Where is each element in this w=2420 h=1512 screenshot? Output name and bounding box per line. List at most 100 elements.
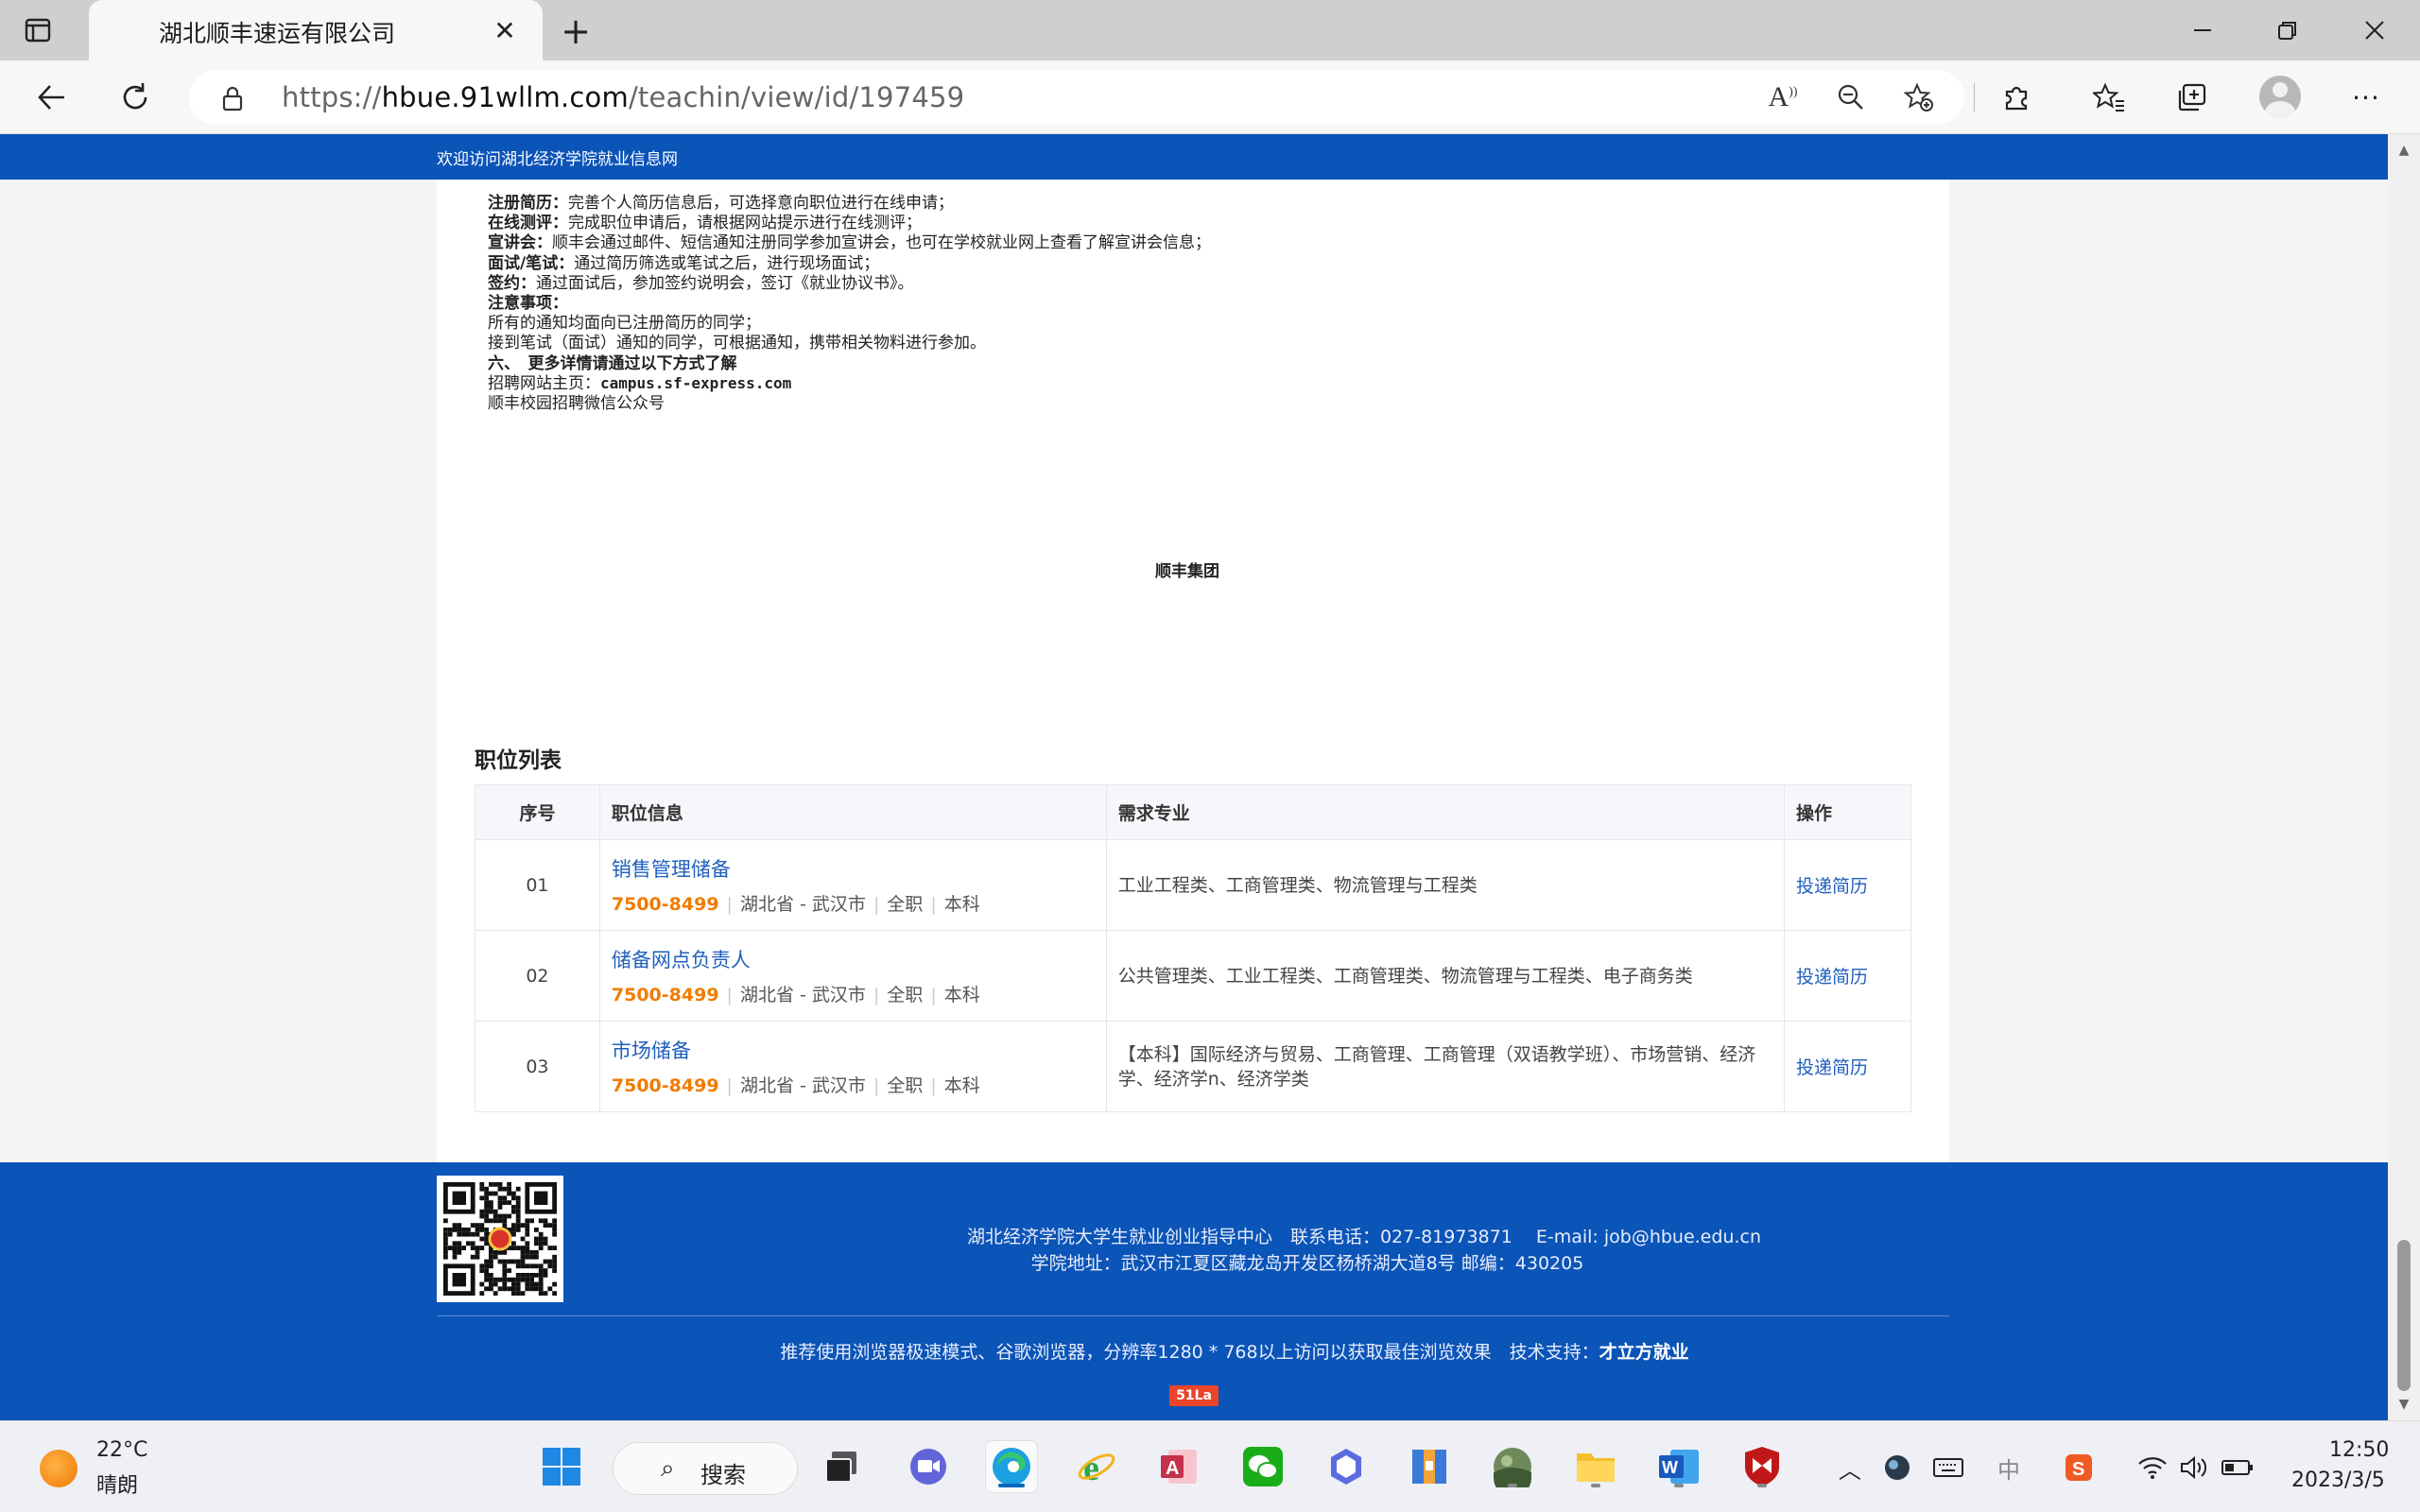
refresh-button[interactable] — [113, 76, 157, 119]
weather-temperature[interactable]: 22°C — [96, 1438, 147, 1462]
scroll-down-arrow[interactable]: ▼ — [2388, 1392, 2420, 1417]
job-degree: 本科 — [943, 894, 980, 915]
favorites-star-icon — [2093, 82, 2124, 112]
archive-taskbar-button[interactable] — [1403, 1440, 1456, 1493]
task-view-button[interactable] — [815, 1440, 868, 1493]
new-tab-button[interactable]: + — [556, 10, 596, 52]
url-scheme: https:// — [282, 81, 382, 113]
tech-support-link[interactable]: 才立方就业 — [1599, 1342, 1689, 1363]
scroll-up-arrow[interactable]: ▲ — [2388, 138, 2420, 163]
lock-icon[interactable] — [221, 85, 244, 112]
table-row: 01 销售管理储备 7500-8499 | 湖北省 - 武汉市 | 全职 | 本科 工业工程类、工… — [475, 839, 1911, 931]
weather-description[interactable]: 晴朗 — [96, 1469, 138, 1499]
meta-separator: | — [726, 894, 733, 915]
url-text[interactable]: https://hbue.91wllm.com/teachin/view/id/… — [282, 81, 964, 113]
add-favorite-button[interactable] — [1902, 80, 1936, 114]
job-meta: 7500-8499 | 湖北省 - 武汉市 | 全职 | 本科 — [612, 1072, 1095, 1097]
restore-icon — [2278, 22, 2296, 40]
active-tab[interactable]: 湖北顺丰速运有限公司 ✕ — [89, 0, 543, 60]
tray-overflow-button[interactable]: ︿ — [1834, 1452, 1866, 1484]
back-button[interactable] — [30, 76, 74, 119]
page-viewport: 欢迎访问湖北经济学院就业信息网 注册简历：完善个人简历信息后，可选择意向职位进行… — [0, 134, 2388, 1420]
read-aloud-button[interactable]: A)) — [1766, 80, 1800, 114]
edge-taskbar-button[interactable] — [985, 1440, 1038, 1493]
battery-tray-button[interactable] — [2221, 1452, 2254, 1484]
minimize-icon — [2194, 29, 2211, 31]
toolbar-separator — [1974, 83, 1975, 112]
header-no: 序号 — [475, 784, 600, 840]
file-explorer-taskbar-button[interactable] — [1569, 1440, 1622, 1493]
ime-indicator[interactable]: 中 — [1993, 1452, 2025, 1484]
article-content: 注册简历：完善个人简历信息后，可选择意向职位进行在线申请； 在线测评：完成职位申请… — [437, 180, 1949, 1162]
apply-resume-link[interactable]: 投递简历 — [1796, 876, 1868, 897]
wechat-icon — [1243, 1447, 1283, 1486]
clock-date[interactable]: 2023/3/5 — [2291, 1469, 2385, 1492]
folder-icon — [1577, 1453, 1615, 1482]
taskbar-search[interactable]: ⌕ 搜索 — [613, 1442, 798, 1495]
job-title-link[interactable]: 市场储备 — [612, 1036, 1095, 1064]
job-salary: 7500-8499 — [611, 894, 719, 915]
job-location: 湖北省 - 武汉市 — [739, 1075, 866, 1096]
ie-taskbar-button[interactable]: e — [1070, 1440, 1123, 1493]
battery-icon — [2221, 1460, 2253, 1475]
job-table-body: 01 销售管理储备 7500-8499 | 湖北省 - 武汉市 | 全职 | 本科 工业工程类、工… — [475, 839, 1911, 1112]
profile-avatar[interactable] — [2259, 76, 2301, 117]
settings-more-button[interactable]: ··· — [2346, 77, 2386, 117]
clock-time[interactable]: 12:50 — [2329, 1438, 2389, 1462]
keyboard-tray-button[interactable] — [1932, 1452, 1964, 1484]
header-major: 需求专业 — [1105, 784, 1786, 840]
teams-chat-button[interactable] — [902, 1440, 955, 1493]
job-table: 序号 职位信息 需求专业 操作 01 销售管理储备 7500-8499 | 湖北省 - … — [475, 784, 1911, 1112]
running-indicator — [1674, 1484, 1684, 1487]
job-major-cell: 【本科】国际经济与贸易、工商管理、工商管理（双语教学班）、市场营销、经济学、经济… — [1105, 1021, 1786, 1112]
refresh-icon — [123, 83, 147, 110]
photos-taskbar-button[interactable] — [1486, 1440, 1539, 1493]
page-scrollbar[interactable]: ▲ ▼ — [2388, 134, 2420, 1420]
wechat-taskbar-button[interactable] — [1236, 1440, 1289, 1493]
apply-resume-link[interactable]: 投递简历 — [1796, 1057, 1868, 1078]
job-major-cell: 公共管理类、工业工程类、工商管理类、物流管理与工程类、电子商务类 — [1105, 930, 1786, 1022]
scroll-thumb[interactable] — [2397, 1240, 2411, 1391]
job-meta: 7500-8499 | 湖北省 - 武汉市 | 全职 | 本科 — [612, 981, 1095, 1006]
tray-app-icon[interactable] — [1881, 1452, 1913, 1484]
wifi-tray-button[interactable] — [2136, 1452, 2169, 1484]
copilot-taskbar-button[interactable] — [1320, 1440, 1373, 1493]
extensions-button[interactable] — [1996, 77, 2036, 117]
zoom-out-button[interactable] — [1834, 80, 1868, 114]
welcome-text: 欢迎访问湖北经济学院就业信息网 — [437, 150, 678, 169]
close-window-button[interactable] — [2346, 8, 2403, 53]
volume-tray-button[interactable] — [2178, 1452, 2210, 1484]
wifi-icon — [2138, 1457, 2167, 1479]
job-title-link[interactable]: 销售管理储备 — [612, 854, 1095, 883]
weather-sun-icon[interactable] — [40, 1450, 78, 1487]
minimize-button[interactable] — [2174, 8, 2231, 53]
job-salary: 7500-8499 — [611, 1075, 719, 1096]
stats-badge[interactable]: 51La — [1169, 1385, 1219, 1406]
job-no: 03 — [475, 1021, 600, 1112]
article-line: 顺丰校园招聘微信公众号 — [488, 389, 665, 413]
job-table-header: 序号 职位信息 需求专业 操作 — [475, 784, 1911, 840]
active-indicator — [998, 1484, 1025, 1487]
puzzle-icon — [2005, 86, 2028, 111]
favorites-button[interactable] — [2089, 77, 2129, 117]
job-no: 01 — [475, 839, 600, 931]
job-title-link[interactable]: 储备网点负责人 — [612, 945, 1095, 973]
access-taskbar-button[interactable]: A — [1153, 1440, 1206, 1493]
start-button[interactable] — [535, 1440, 588, 1493]
tab-actions-button[interactable] — [21, 13, 55, 47]
apply-resume-link[interactable]: 投递简历 — [1796, 967, 1868, 988]
tab-close-button[interactable]: ✕ — [488, 13, 522, 47]
sogou-tray-button[interactable]: S — [2063, 1452, 2095, 1484]
address-bar[interactable]: https://hbue.91wllm.com/teachin/view/id/… — [189, 70, 1964, 125]
site-top-strip: 欢迎访问湖北经济学院就业信息网 — [0, 134, 2388, 180]
footer-recommend: 推荐使用浏览器极速模式、谷歌浏览器，分辨率1280 * 768以上访问以获取最佳… — [0, 1338, 2388, 1364]
job-degree: 本科 — [943, 1075, 980, 1096]
word-taskbar-button[interactable]: W — [1652, 1440, 1705, 1493]
footer-recommend-text: 推荐使用浏览器极速模式、谷歌浏览器，分辨率1280 * 768以上访问以获取最佳… — [780, 1342, 1599, 1363]
restore-button[interactable] — [2259, 8, 2316, 53]
mcafee-taskbar-button[interactable] — [1736, 1440, 1789, 1493]
footer-divider — [437, 1315, 1949, 1316]
zoom-out-icon — [1838, 84, 1863, 110]
collections-button[interactable] — [2172, 77, 2212, 117]
collections-icon — [2178, 83, 2206, 112]
